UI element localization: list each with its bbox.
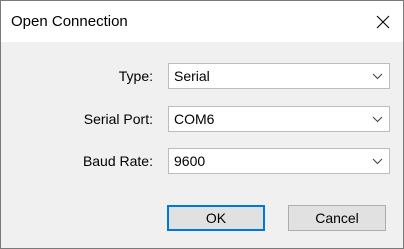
- serial-port-row: Serial Port: COM6: [1, 106, 403, 132]
- type-label: Type:: [118, 68, 153, 84]
- serial-port-select[interactable]: COM6: [168, 106, 390, 132]
- dialog-body: Type: Serial Serial Port: COM6 Baud Rate…: [1, 42, 403, 248]
- chevron-down-icon: [365, 64, 389, 88]
- cancel-button[interactable]: Cancel: [288, 205, 386, 231]
- type-select-value: Serial: [174, 68, 210, 84]
- open-connection-dialog: Open Connection Type: Serial Serial Port…: [0, 0, 404, 249]
- baud-rate-select-value: 9600: [174, 153, 206, 169]
- baud-rate-label: Baud Rate:: [82, 153, 153, 169]
- serial-port-label: Serial Port:: [83, 111, 153, 127]
- window-title: Open Connection: [11, 13, 128, 30]
- type-select[interactable]: Serial: [168, 63, 390, 89]
- close-button[interactable]: [363, 1, 403, 42]
- title-bar: Open Connection: [1, 1, 403, 42]
- baud-rate-row: Baud Rate: 9600: [1, 148, 403, 174]
- serial-port-select-value: COM6: [174, 111, 215, 127]
- chevron-down-icon: [365, 107, 389, 131]
- baud-rate-select[interactable]: 9600: [168, 148, 390, 174]
- ok-button[interactable]: OK: [167, 205, 265, 231]
- chevron-down-icon: [365, 149, 389, 173]
- close-icon: [376, 15, 390, 28]
- type-row: Type: Serial: [1, 63, 403, 89]
